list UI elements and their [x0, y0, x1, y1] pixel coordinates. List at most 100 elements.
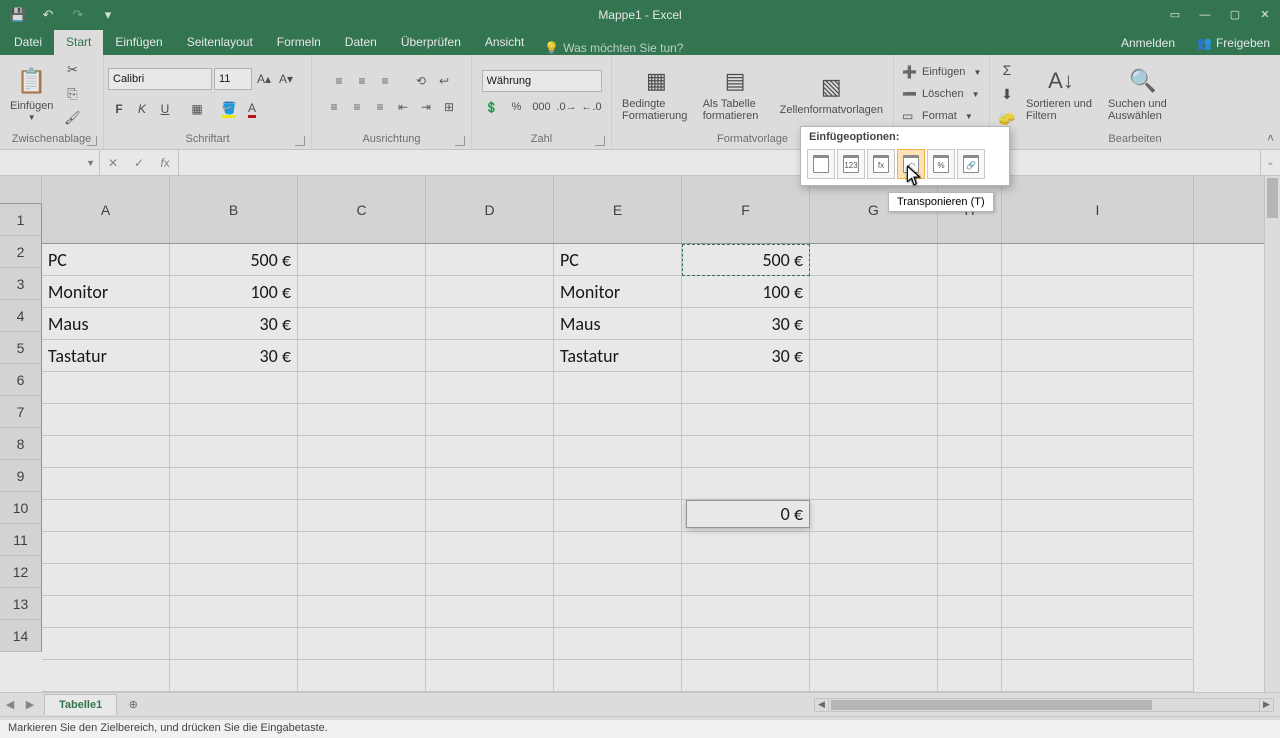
cell[interactable]: [426, 340, 554, 372]
cell[interactable]: [42, 660, 170, 692]
cell[interactable]: [426, 660, 554, 692]
sheet-nav-next[interactable]: ▶: [20, 698, 40, 711]
cell[interactable]: [554, 596, 682, 628]
cell[interactable]: [938, 500, 1002, 532]
paste-option-transpose[interactable]: ⤺: [897, 149, 925, 179]
cell[interactable]: [426, 404, 554, 436]
row-header[interactable]: 10: [0, 492, 41, 524]
alignment-launcher[interactable]: [455, 136, 465, 146]
cell[interactable]: [682, 532, 810, 564]
cell[interactable]: [938, 404, 1002, 436]
italic-button[interactable]: K: [131, 98, 153, 120]
cell[interactable]: [554, 404, 682, 436]
cell[interactable]: [554, 564, 682, 596]
column-header[interactable]: C: [298, 176, 426, 243]
cell[interactable]: [1002, 660, 1194, 692]
fill-button[interactable]: ⬇: [996, 83, 1018, 105]
row-header[interactable]: 13: [0, 588, 41, 620]
cell[interactable]: [426, 596, 554, 628]
cell[interactable]: [682, 404, 810, 436]
cell[interactable]: [1002, 372, 1194, 404]
cell[interactable]: Monitor: [42, 276, 170, 308]
bold-button[interactable]: F: [108, 98, 130, 120]
cells-area[interactable]: PC 500 € PC 500 € Monitor 100 € Monitor …: [42, 244, 1264, 692]
cell[interactable]: [1002, 468, 1194, 500]
cell[interactable]: [682, 468, 810, 500]
cell[interactable]: [938, 372, 1002, 404]
cell[interactable]: [42, 564, 170, 596]
cell[interactable]: [42, 596, 170, 628]
column-header[interactable]: F: [682, 176, 810, 243]
tab-page-layout[interactable]: Seitenlayout: [175, 30, 265, 55]
cell[interactable]: [810, 372, 938, 404]
cell[interactable]: [1002, 404, 1194, 436]
align-center-button[interactable]: ≡: [346, 96, 368, 118]
cell[interactable]: [42, 500, 170, 532]
cell[interactable]: 30 €: [170, 340, 298, 372]
cell[interactable]: [298, 468, 426, 500]
cell-styles-button[interactable]: ▧ Zellenformatvorlagen: [774, 70, 889, 118]
increase-indent-button[interactable]: ⇥: [415, 96, 437, 118]
cell[interactable]: [298, 340, 426, 372]
cell[interactable]: [554, 532, 682, 564]
formula-input[interactable]: [179, 150, 1260, 175]
cell[interactable]: [1002, 276, 1194, 308]
row-header[interactable]: 12: [0, 556, 41, 588]
cell[interactable]: [554, 660, 682, 692]
cell[interactable]: Maus: [554, 308, 682, 340]
tell-me-search[interactable]: 💡 Was möchten Sie tun?: [544, 41, 683, 55]
cell[interactable]: [42, 372, 170, 404]
decrease-indent-button[interactable]: ⇤: [392, 96, 414, 118]
cell[interactable]: [426, 564, 554, 596]
decrease-decimal-button[interactable]: ←.0: [580, 96, 604, 118]
cell[interactable]: [426, 244, 554, 276]
cell[interactable]: [1002, 564, 1194, 596]
cell[interactable]: [810, 340, 938, 372]
cell[interactable]: 500 €: [170, 244, 298, 276]
cell[interactable]: [810, 468, 938, 500]
cell[interactable]: [298, 372, 426, 404]
column-header[interactable]: A: [42, 176, 170, 243]
cell[interactable]: [938, 564, 1002, 596]
row-header[interactable]: 7: [0, 396, 41, 428]
insert-cells-button[interactable]: ➕Einfügen▼: [898, 61, 985, 83]
delete-cells-button[interactable]: ➖Löschen▼: [898, 83, 984, 105]
minimize-button[interactable]: —: [1190, 0, 1220, 29]
cell[interactable]: [170, 372, 298, 404]
cell[interactable]: [1002, 340, 1194, 372]
cell[interactable]: [170, 628, 298, 660]
decrease-font-button[interactable]: A▾: [276, 68, 296, 90]
sort-filter-button[interactable]: A↓ Sortieren und Filtern: [1020, 64, 1102, 124]
paste-option-values[interactable]: 123: [837, 149, 865, 179]
column-header[interactable]: B: [170, 176, 298, 243]
row-header[interactable]: 1: [0, 204, 41, 236]
cell[interactable]: [1002, 596, 1194, 628]
share-button[interactable]: 👥 Freigeben: [1187, 31, 1280, 55]
tab-home[interactable]: Start: [54, 30, 103, 55]
cell[interactable]: 30 €: [682, 308, 810, 340]
tab-formulas[interactable]: Formeln: [265, 30, 333, 55]
row-header[interactable]: 5: [0, 332, 41, 364]
copy-button[interactable]: ⎘: [61, 83, 83, 105]
format-as-table-button[interactable]: ▤ Als Tabelle formatieren: [697, 64, 774, 124]
sheet-nav-prev[interactable]: ◀: [0, 698, 20, 711]
cell[interactable]: [810, 564, 938, 596]
cell[interactable]: [170, 564, 298, 596]
tab-insert[interactable]: Einfügen: [103, 30, 174, 55]
find-select-button[interactable]: 🔍 Suchen und Auswählen: [1102, 64, 1184, 124]
close-button[interactable]: ✕: [1250, 0, 1280, 29]
cell[interactable]: [682, 564, 810, 596]
cell[interactable]: [298, 276, 426, 308]
font-name-select[interactable]: [108, 68, 212, 90]
font-launcher[interactable]: [295, 136, 305, 146]
format-cells-button[interactable]: ▭Format▼: [898, 105, 977, 127]
cancel-formula-button[interactable]: ✕: [100, 156, 126, 170]
merge-center-button[interactable]: ⊞: [438, 96, 460, 118]
cell[interactable]: Tastatur: [554, 340, 682, 372]
cell[interactable]: [426, 628, 554, 660]
cell[interactable]: [810, 276, 938, 308]
cell[interactable]: [1002, 436, 1194, 468]
cell[interactable]: [298, 308, 426, 340]
cell[interactable]: [426, 436, 554, 468]
collapse-ribbon-button[interactable]: ˄: [1267, 131, 1274, 145]
